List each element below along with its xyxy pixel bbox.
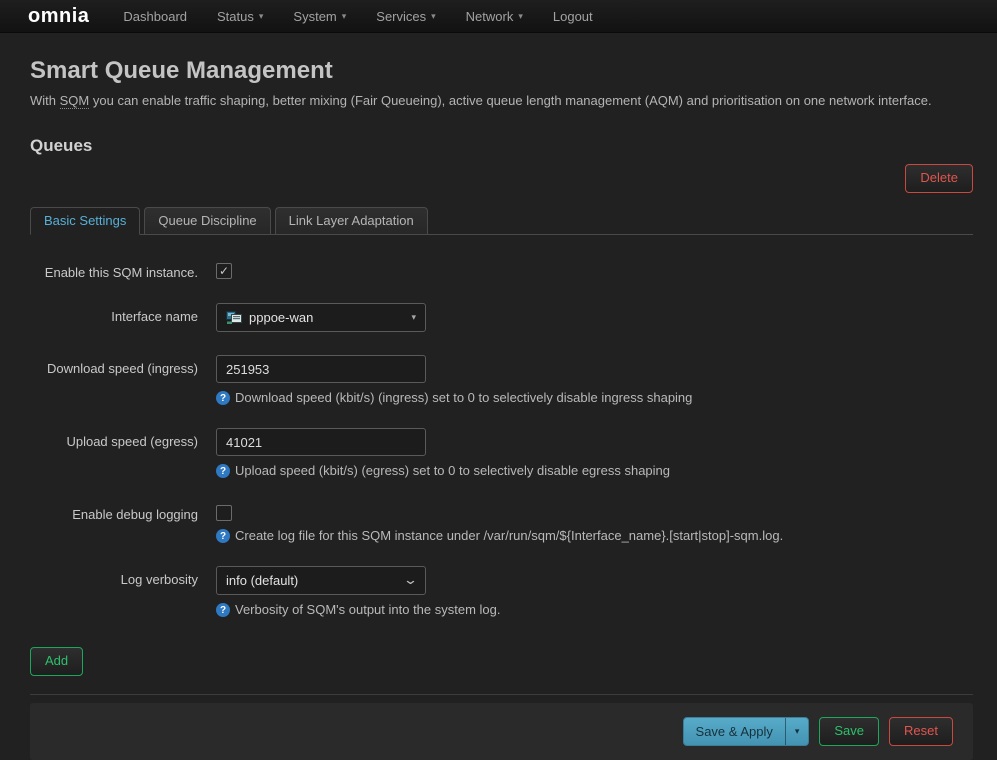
nav-item-system[interactable]: System ▾ xyxy=(293,9,346,24)
help-line: ? Download speed (kbit/s) (ingress) set … xyxy=(216,390,973,406)
help-icon: ? xyxy=(216,464,230,479)
upload-speed-input[interactable] xyxy=(216,428,426,457)
page-description: With SQM you can enable traffic shaping,… xyxy=(30,92,973,110)
help-line: ? Upload speed (kbit/s) (egress) set to … xyxy=(216,463,973,479)
help-text: Download speed (kbit/s) (ingress) set to… xyxy=(235,390,693,406)
nav-item-label: Status xyxy=(217,8,254,24)
interface-name-value: pppoe-wan xyxy=(249,310,314,326)
nav-item-network[interactable]: Network ▾ xyxy=(466,9,523,24)
help-text: Verbosity of SQM's output into the syste… xyxy=(235,602,501,618)
field-debug-logging: Enable debug logging ? Create log file f… xyxy=(30,501,973,544)
enable-sqm-checkbox[interactable]: ✓ xyxy=(216,263,232,280)
debug-logging-checkbox[interactable] xyxy=(216,505,232,522)
field-label: Enable debug logging xyxy=(72,507,198,523)
caret-down-icon: ▾ xyxy=(411,312,416,323)
nav-item-logout[interactable]: Logout xyxy=(553,9,593,24)
tab-basic-settings[interactable]: Basic Settings xyxy=(30,207,141,236)
help-text: Upload speed (kbit/s) (egress) set to 0 … xyxy=(235,463,670,479)
description-text: With xyxy=(30,93,56,108)
interface-name-dropdown[interactable]: pppoe-wan ▾ xyxy=(216,303,426,333)
caret-down-icon: ▾ xyxy=(794,725,800,736)
save-apply-caret-button[interactable]: ▾ xyxy=(784,717,809,745)
field-upload-speed: Upload speed (egress) ? Upload speed (kb… xyxy=(30,428,973,479)
reset-button[interactable]: Reset xyxy=(889,717,953,746)
footer-divider xyxy=(30,693,973,695)
nav-menu: Dashboard Status ▾ System ▾ Services ▾ N… xyxy=(123,9,592,24)
help-line: ? Create log file for this SQM instance … xyxy=(216,528,973,544)
tab-queue-discipline[interactable]: Queue Discipline xyxy=(144,207,271,236)
field-label: Interface name xyxy=(111,309,198,325)
caret-down-icon: ▾ xyxy=(431,10,436,21)
delete-row: Delete xyxy=(30,164,973,194)
field-label: Log verbosity xyxy=(120,572,198,588)
download-speed-input[interactable] xyxy=(216,355,426,384)
add-button[interactable]: Add xyxy=(30,647,84,676)
help-text: Create log file for this SQM instance un… xyxy=(235,528,784,544)
nav-item-label: Network xyxy=(465,8,514,24)
caret-down-icon: ▾ xyxy=(341,10,347,21)
save-button[interactable]: Save xyxy=(819,717,880,746)
page-title: Smart Queue Management xyxy=(30,57,333,84)
ethernet-interface-icon xyxy=(226,310,242,325)
caret-down-icon: ▾ xyxy=(518,10,523,21)
nav-item-label: Logout xyxy=(552,8,593,24)
help-icon: ? xyxy=(216,391,230,406)
nav-item-services[interactable]: Services ▾ xyxy=(376,9,435,24)
log-verbosity-value: info (default) xyxy=(226,573,299,589)
field-enable-sqm: Enable this SQM instance. ✓ xyxy=(30,259,973,280)
help-icon: ? xyxy=(216,529,230,544)
save-apply-split-button: Save & Apply ▾ xyxy=(682,716,810,746)
section-title-queues: Queues xyxy=(30,136,93,156)
tab-bar: Basic Settings Queue Discipline Link Lay… xyxy=(30,207,973,236)
help-icon: ? xyxy=(216,603,230,618)
field-download-speed: Download speed (ingress) ? Download spee… xyxy=(30,355,973,406)
field-log-verbosity: Log verbosity info (default) ⌄ ? Verbosi… xyxy=(30,566,973,618)
field-label: Enable this SQM instance. xyxy=(44,265,198,281)
description-text: you can enable traffic shaping, better m… xyxy=(92,93,932,108)
delete-button[interactable]: Delete xyxy=(905,164,973,194)
sqm-settings-form: Enable this SQM instance. ✓ Interface na… xyxy=(30,259,973,618)
add-row: Add xyxy=(30,647,973,676)
nav-item-label: Services xyxy=(376,8,427,24)
nav-item-label: Dashboard xyxy=(123,8,188,24)
field-label: Upload speed (egress) xyxy=(66,434,198,450)
check-icon: ✓ xyxy=(218,264,230,279)
field-label: Download speed (ingress) xyxy=(46,361,198,377)
caret-down-icon: ▾ xyxy=(258,10,264,21)
action-bar: Save & Apply ▾ Save Reset xyxy=(30,702,973,760)
brand-logo[interactable]: omnia xyxy=(28,5,89,28)
top-navbar: omnia Dashboard Status ▾ System ▾ Servic… xyxy=(0,0,997,33)
field-interface-name: Interface name pppoe-wan ▾ xyxy=(30,303,973,333)
sqm-abbr: SQM xyxy=(59,93,90,109)
nav-item-label: System xyxy=(293,8,337,24)
save-apply-button[interactable]: Save & Apply xyxy=(684,718,785,745)
help-line: ? Verbosity of SQM's output into the sys… xyxy=(216,602,973,618)
tab-link-layer-adaptation[interactable]: Link Layer Adaptation xyxy=(274,207,428,236)
nav-item-dashboard[interactable]: Dashboard xyxy=(123,9,187,24)
nav-item-status[interactable]: Status ▾ xyxy=(217,9,263,24)
log-verbosity-select[interactable]: info (default) ⌄ xyxy=(216,566,426,596)
main-content: Smart Queue Management With SQM you can … xyxy=(0,57,997,760)
chevron-down-icon: ⌄ xyxy=(402,572,419,588)
